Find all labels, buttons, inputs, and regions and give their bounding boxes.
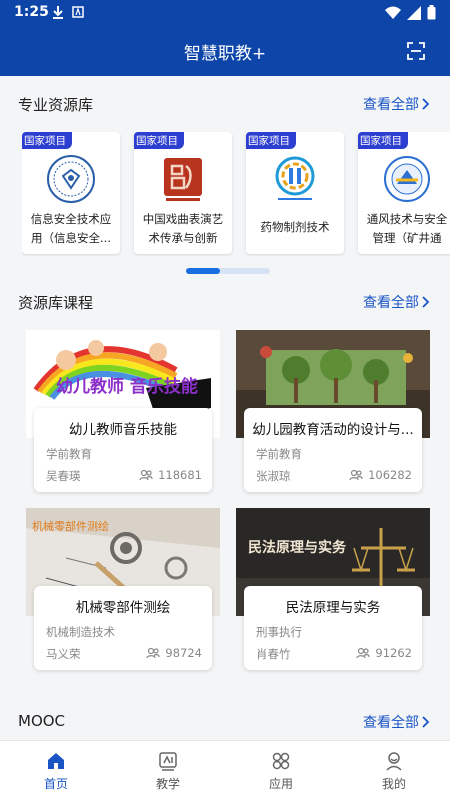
course-info: 幼儿园教育活动的设计与... 学前教育 张淑琼 106282 (244, 408, 422, 492)
wifi-icon (385, 6, 401, 19)
course-views-count: 91262 (375, 646, 412, 660)
course-views-count: 98724 (165, 646, 202, 660)
resource-card[interactable]: 国家项目 通风技术与安全管理（矿井通 (358, 132, 450, 254)
mooc-header: MOOC 查看全部 (0, 710, 450, 734)
course-teacher: 张淑琼 (256, 469, 291, 483)
resources-title: 专业资源库 (18, 96, 94, 114)
tab-home[interactable]: 首页 (0, 741, 112, 800)
course-category: 学前教育 (256, 447, 302, 461)
resource-name: 通风技术与安全管理（矿井通 (366, 212, 448, 245)
pharmaceutical-logo-icon (275, 156, 315, 200)
mooc-more-link[interactable]: 查看全部 (363, 712, 430, 732)
battery-icon (427, 5, 436, 20)
resources-header: 专业资源库 查看全部 (0, 92, 450, 116)
tab-label: 首页 (43, 777, 68, 791)
resources-more-label: 查看全部 (363, 97, 419, 113)
course-views: 118681 (139, 468, 202, 482)
course-title: 幼儿教师音乐技能 (69, 422, 177, 438)
resources-more-link[interactable]: 查看全部 (363, 94, 430, 114)
course-category: 刑事执行 (256, 625, 302, 639)
status-time: 1:25 (14, 4, 49, 20)
course-title: 幼儿园教育活动的设计与... (252, 422, 414, 438)
views-icon (139, 469, 153, 481)
course-card[interactable]: 幼儿园教育活动的设计与... 学前教育 张淑琼 106282 (236, 330, 430, 492)
chevron-right-icon (422, 716, 430, 728)
courses-header: 资源库课程 查看全部 (0, 290, 450, 314)
teaching-icon (159, 752, 177, 771)
apps-icon (272, 752, 290, 770)
course-title: 民法原理与实务 (285, 600, 381, 616)
resource-name: 药物制剂技术 (260, 220, 330, 234)
tab-apps[interactable]: 应用 (225, 741, 337, 800)
courses-more-label: 查看全部 (363, 295, 419, 311)
national-project-badge: 国家项目 (246, 132, 296, 149)
course-views-count: 118681 (158, 468, 202, 482)
resource-name: 中国戏曲表演艺术传承与创新 (142, 212, 224, 245)
scan-icon[interactable] (406, 41, 426, 61)
tab-label: 教学 (155, 777, 180, 791)
course-views: 98724 (146, 646, 202, 660)
app-title: 智慧职教+ (183, 44, 267, 64)
mooc-more-label: 查看全部 (363, 715, 419, 731)
course-views-count: 106282 (368, 468, 412, 482)
course-info: 民法原理与实务 刑事执行 肖春竹 91262 (244, 586, 422, 670)
bottom-tab-bar: 首页 教学 应用 我的 (0, 740, 450, 800)
resource-card[interactable]: 国家项目 药物制剂技术 (246, 132, 344, 254)
keyboard-notification-icon (72, 6, 84, 18)
chevron-right-icon (422, 296, 430, 308)
info-security-logo-icon (47, 155, 95, 203)
carousel-indicator-active (186, 268, 220, 274)
tab-label: 我的 (381, 777, 406, 791)
tab-teaching[interactable]: 教学 (112, 741, 224, 800)
chevron-right-icon (422, 98, 430, 110)
ventilation-logo-icon (384, 156, 430, 202)
national-project-badge: 国家项目 (134, 132, 184, 149)
course-info: 机械零部件测绘 机械制造技术 马义荣 98724 (34, 586, 212, 670)
course-teacher: 马义荣 (46, 647, 81, 661)
course-category: 机械制造技术 (46, 625, 115, 639)
tab-label: 应用 (268, 777, 293, 791)
course-card[interactable]: 机械零部件测绘 机械零部件测绘 机械制造技术 马义荣 98724 (26, 508, 220, 670)
courses-more-link[interactable]: 查看全部 (363, 292, 430, 312)
views-icon (146, 647, 161, 659)
profile-icon (386, 752, 402, 771)
course-card[interactable]: 幼儿教师 音乐技能 幼儿教师音乐技能 学前教育 吴春瑛 118681 (26, 330, 220, 492)
course-thumb-text: 幼儿教师 音乐技能 (56, 376, 198, 397)
national-project-badge: 国家项目 (358, 132, 408, 149)
course-title: 机械零部件测绘 (75, 600, 171, 616)
course-teacher: 肖春竹 (256, 647, 291, 661)
resource-card[interactable]: 国家项目 中国戏曲表演艺术传承与创新 (134, 132, 232, 254)
status-bar: 1:25 (0, 0, 450, 26)
course-teacher: 吴春瑛 (46, 469, 81, 483)
home-icon (48, 753, 64, 769)
views-icon (349, 469, 363, 481)
resource-carousel[interactable]: 国家项目 信息安全技术应用（信息安全... 国家项目 中国戏曲表演艺术传承与创新… (22, 132, 450, 256)
mooc-title: MOOC (18, 712, 66, 730)
views-icon (356, 647, 371, 659)
course-info: 幼儿教师音乐技能 学前教育 吴春瑛 118681 (34, 408, 212, 492)
carousel-indicator (186, 268, 270, 274)
courses-title: 资源库课程 (18, 294, 94, 312)
resource-name: 信息安全技术应用（信息安全... (30, 212, 112, 245)
app-bar: 智慧职教+ (0, 26, 450, 76)
tab-profile[interactable]: 我的 (338, 741, 450, 800)
course-views: 91262 (356, 646, 412, 660)
course-category: 学前教育 (46, 447, 92, 461)
national-project-badge: 国家项目 (22, 132, 72, 149)
course-views: 106282 (349, 468, 412, 482)
resource-card[interactable]: 国家项目 信息安全技术应用（信息安全... (22, 132, 120, 254)
download-icon (53, 6, 63, 19)
course-thumb-text: 民法原理与实务 (248, 539, 347, 556)
course-thumb-text: 机械零部件测绘 (32, 519, 109, 533)
opera-seal-logo-icon (164, 158, 202, 201)
course-card[interactable]: 民法原理与实务 民法原理与实务 刑事执行 肖春竹 91262 (236, 508, 430, 670)
signal-icon (407, 5, 421, 20)
